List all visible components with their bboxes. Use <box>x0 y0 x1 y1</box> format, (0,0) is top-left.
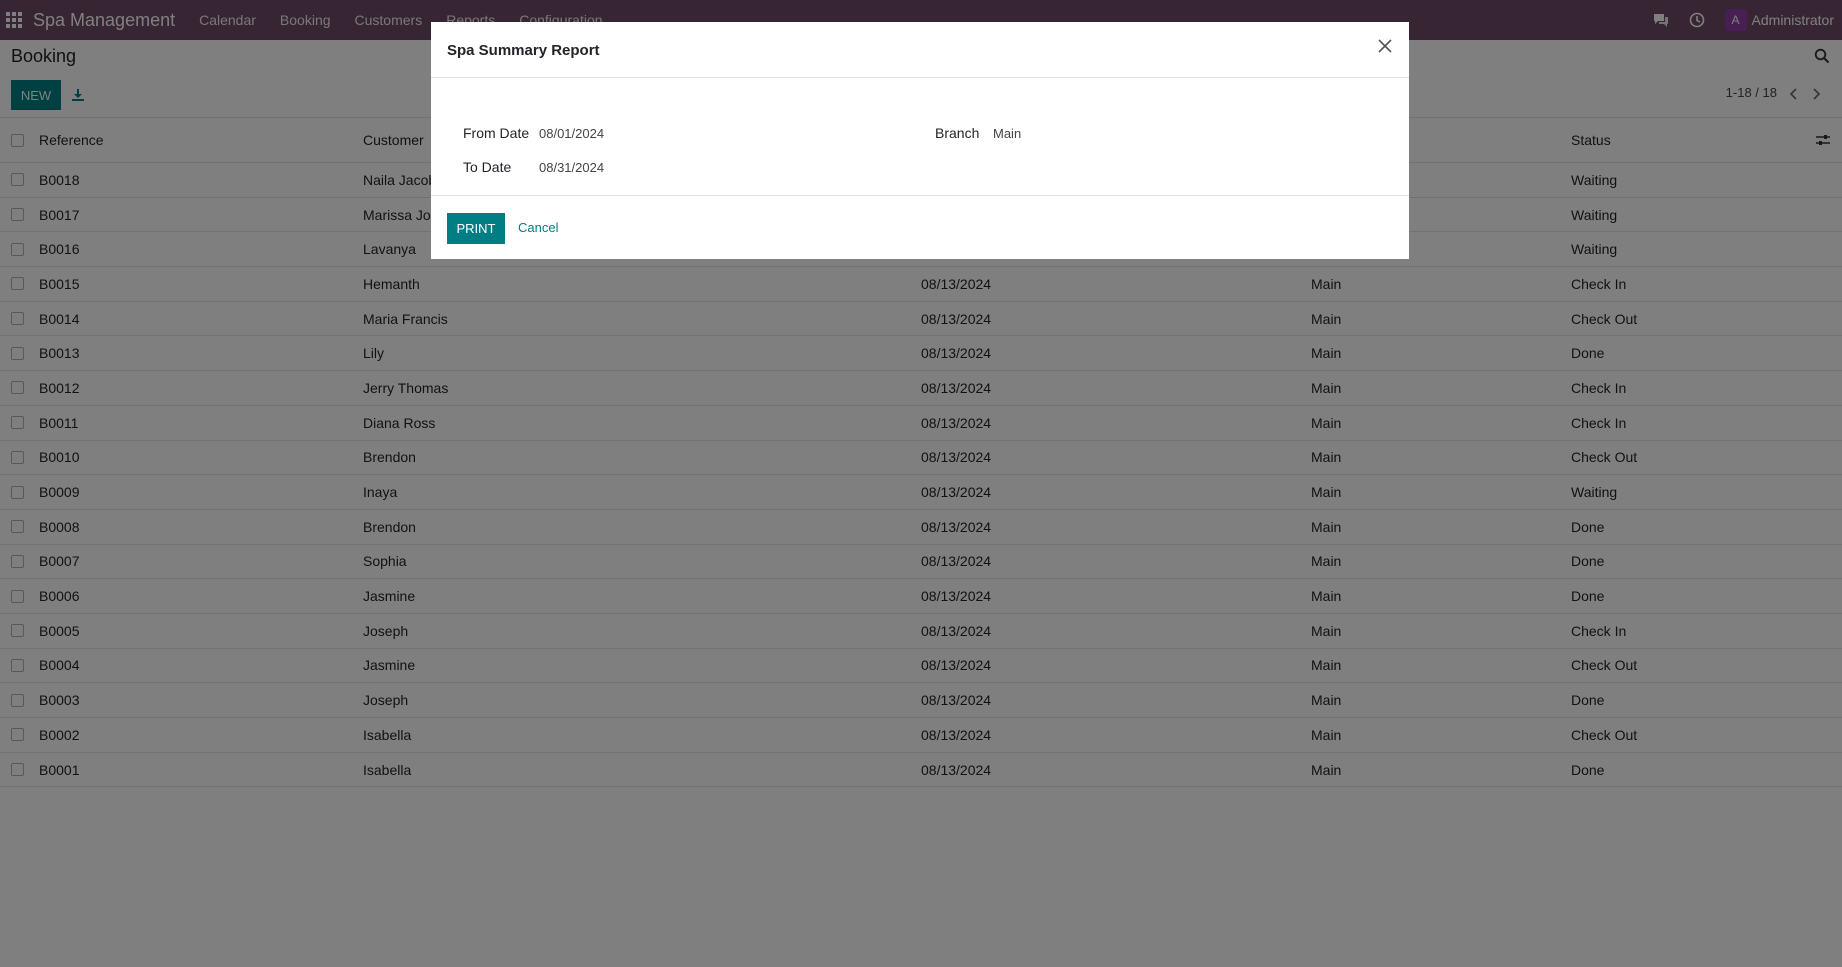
dialog-body: From Date 08/01/2024 To Date 08/31/2024 … <box>431 79 1409 196</box>
to-date-label: To Date <box>463 159 512 175</box>
to-date-field[interactable]: 08/31/2024 <box>539 160 604 175</box>
from-date-field[interactable]: 08/01/2024 <box>539 126 604 141</box>
branch-field[interactable]: Main <box>993 126 1021 141</box>
dialog-header: Spa Summary Report <box>431 22 1409 78</box>
dialog-title: Spa Summary Report <box>447 42 600 59</box>
branch-label: Branch <box>935 125 980 141</box>
close-icon[interactable] <box>1377 38 1395 56</box>
dialog-footer: PRINT Cancel <box>431 197 1409 259</box>
spa-summary-report-dialog: Spa Summary Report From Date 08/01/2024 … <box>431 22 1409 259</box>
print-button[interactable]: PRINT <box>447 213 505 244</box>
cancel-button[interactable]: Cancel <box>518 220 558 235</box>
from-date-label: From Date <box>463 125 530 141</box>
